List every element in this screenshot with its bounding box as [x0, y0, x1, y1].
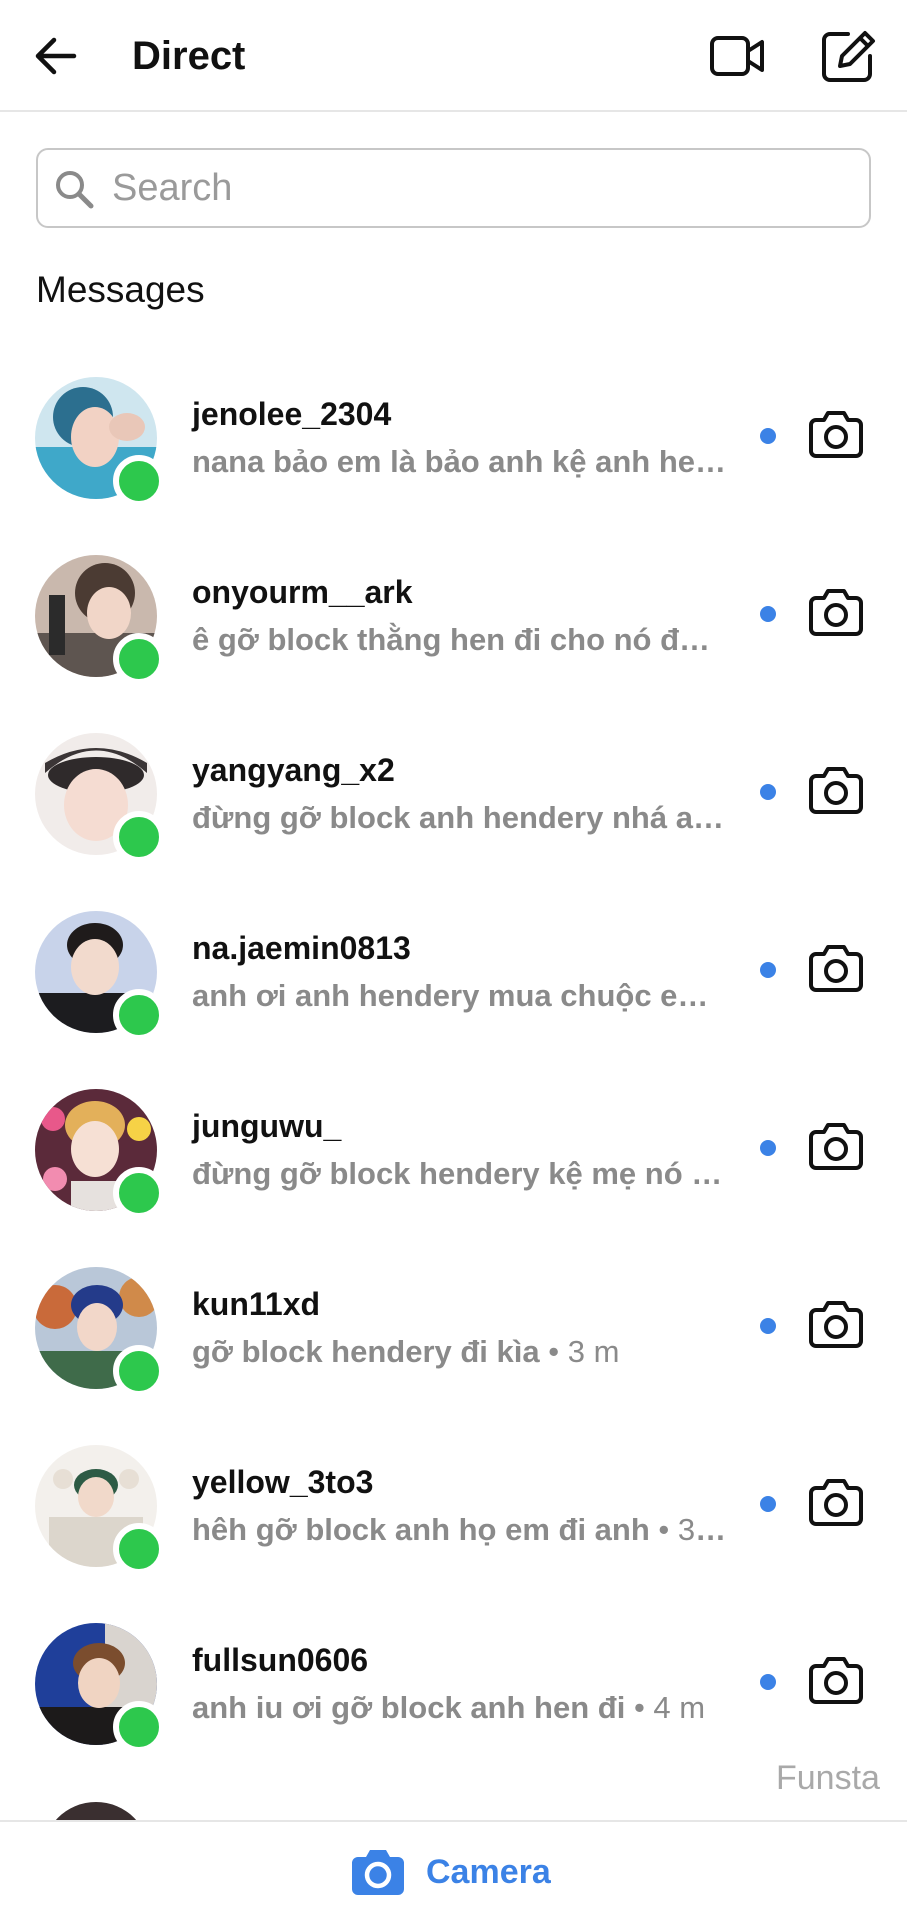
camera-label: Camera	[426, 1852, 551, 1891]
camera-button[interactable]: Camera	[350, 1842, 551, 1902]
thread-row[interactable]: junguwu_ đừng gỡ block hendery kệ mẹ nó …	[0, 1072, 907, 1250]
thread-row[interactable]: kun11xd gỡ block hendery đi kìa • 3 m	[0, 1250, 907, 1428]
direct-inbox-screen: Direct Messages	[0, 0, 907, 1920]
thread-preview: đừng gỡ block hendery kệ mẹ nó • 3...	[192, 1156, 728, 1191]
camera-icon	[809, 1301, 863, 1348]
avatar[interactable]	[35, 733, 165, 863]
watermark: Funsta	[776, 1759, 880, 1797]
search-input[interactable]	[112, 160, 842, 216]
avatar[interactable]	[35, 1623, 165, 1753]
camera-icon	[352, 1850, 404, 1895]
online-indicator	[113, 811, 165, 863]
thread-username: yangyang_x2	[192, 752, 395, 788]
camera-reply-button[interactable]	[808, 1298, 864, 1350]
compose-icon	[822, 31, 875, 82]
thread-row[interactable]: yangyang_x2 đừng gỡ block anh hendery nh…	[0, 716, 907, 894]
camera-icon	[809, 411, 863, 458]
thread-preview: anh ơi anh hendery mua chuộc em ...	[192, 978, 728, 1013]
thread-preview: anh iu ơi gỡ block anh hen đi • 4 m	[192, 1690, 706, 1725]
bottom-bar: Camera	[0, 1820, 907, 1920]
avatar[interactable]	[35, 911, 165, 1041]
camera-reply-button[interactable]	[808, 408, 864, 460]
camera-icon	[809, 1123, 863, 1170]
camera-icon	[809, 945, 863, 992]
unread-indicator	[760, 606, 776, 622]
top-bar: Direct	[0, 0, 907, 112]
unread-indicator	[760, 1496, 776, 1512]
thread-preview: hêh gỡ block anh họ em đi anh • 3 m	[192, 1512, 728, 1547]
avatar[interactable]	[35, 1267, 165, 1397]
camera-reply-button[interactable]	[808, 1476, 864, 1528]
thread-row[interactable]: fullsun0606 anh iu ơi gỡ block anh hen đ…	[0, 1606, 907, 1784]
avatar[interactable]	[35, 1089, 165, 1219]
thread-preview: gỡ block hendery đi kìa • 3 m	[192, 1334, 620, 1369]
unread-indicator	[760, 1674, 776, 1690]
thread-preview: nana bảo em là bảo anh kệ anh hen đi	[192, 444, 728, 479]
unread-indicator	[760, 428, 776, 444]
camera-reply-button[interactable]	[808, 1120, 864, 1172]
online-indicator	[113, 1167, 165, 1219]
thread-username: fullsun0606	[192, 1642, 369, 1678]
thread-username: junguwu_	[192, 1108, 342, 1144]
search-box[interactable]	[36, 148, 871, 228]
unread-indicator	[760, 962, 776, 978]
avatar[interactable]	[35, 1445, 165, 1575]
page-title: Direct	[132, 34, 246, 78]
camera-icon	[809, 1479, 863, 1526]
thread-username: yellow_3to3	[192, 1464, 374, 1500]
online-indicator	[113, 1345, 165, 1397]
avatar[interactable]	[35, 555, 165, 685]
online-indicator	[113, 633, 165, 685]
thread-row[interactable]: yellow_3to3 hêh gỡ block anh họ em đi an…	[0, 1428, 907, 1606]
thread-username: onyourm__ark	[192, 574, 413, 610]
video-camera-icon	[710, 36, 764, 76]
online-indicator	[113, 455, 165, 507]
online-indicator	[113, 1523, 165, 1575]
thread-username: jenolee_2304	[192, 396, 392, 432]
thread-preview: ê gỡ block thằng hen đi cho nó đỡ s...	[192, 622, 728, 657]
unread-indicator	[760, 784, 776, 800]
camera-icon	[809, 1657, 863, 1704]
video-call-button[interactable]	[708, 28, 766, 84]
thread-row[interactable]: na.jaemin0813 anh ơi anh hendery mua chu…	[0, 894, 907, 1072]
unread-indicator	[760, 1318, 776, 1334]
thread-row[interactable]: onyourm__ark ê gỡ block thằng hen đi cho…	[0, 538, 907, 716]
camera-reply-button[interactable]	[808, 1654, 864, 1706]
avatar[interactable]	[35, 377, 165, 507]
thread-list: jenolee_2304 nana bảo em là bảo anh kệ a…	[0, 360, 907, 1784]
back-button[interactable]	[30, 30, 82, 82]
camera-icon	[809, 767, 863, 814]
new-message-button[interactable]	[818, 26, 878, 86]
online-indicator	[113, 989, 165, 1041]
arrow-left-icon	[35, 37, 77, 75]
thread-username: kun11xd	[192, 1286, 321, 1322]
thread-preview: đừng gỡ block anh hendery nhá anh...	[192, 800, 728, 835]
search-icon	[56, 171, 94, 209]
messages-heading: Messages	[36, 269, 205, 310]
camera-reply-button[interactable]	[808, 764, 864, 816]
camera-reply-button[interactable]	[808, 586, 864, 638]
camera-icon	[809, 589, 863, 636]
camera-reply-button[interactable]	[808, 942, 864, 994]
thread-username: na.jaemin0813	[192, 930, 411, 966]
thread-row[interactable]: jenolee_2304 nana bảo em là bảo anh kệ a…	[0, 360, 907, 538]
online-indicator	[113, 1701, 165, 1753]
unread-indicator	[760, 1140, 776, 1156]
